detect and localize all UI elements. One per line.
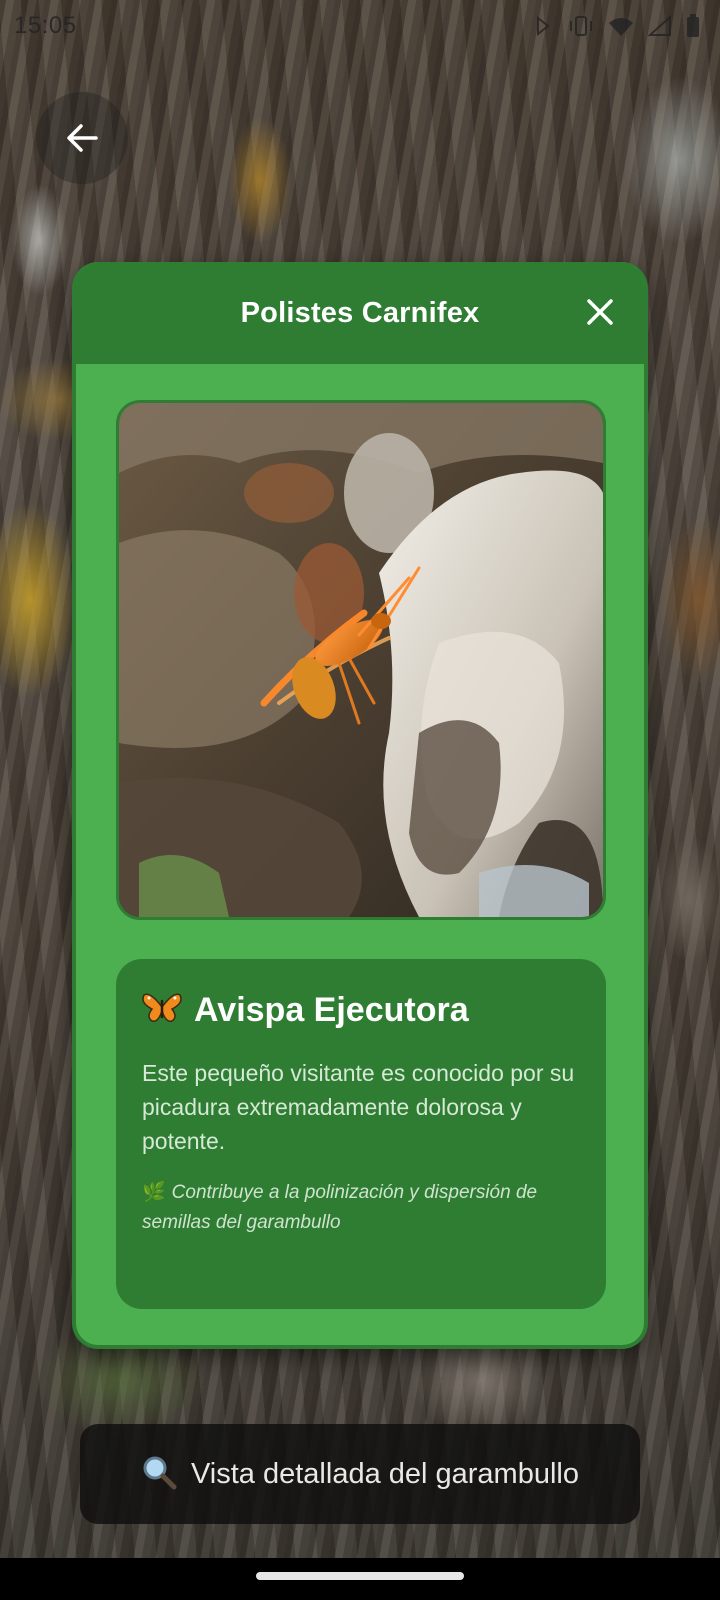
ecology-note: 🌿 Contribuye a la polinización y dispersi… — [142, 1178, 580, 1238]
close-icon — [587, 299, 613, 325]
species-dialog: Polistes Carnifex Avispa Ejecutora Este … — [72, 262, 648, 1349]
species-description: Este pequeño visitante es conocido por s… — [142, 1060, 575, 1154]
navigation-bar — [0, 1558, 720, 1600]
magnifier-icon — [141, 1454, 177, 1495]
dialog-title: Polistes Carnifex — [240, 296, 480, 329]
info-card: Avispa Ejecutora Este pequeño visitante … — [116, 959, 606, 1309]
vibrate-icon — [568, 15, 594, 37]
back-button[interactable] — [36, 92, 128, 184]
screen: 15:05 Polistes Carnifex Avispa Ejecutora… — [0, 0, 720, 1600]
dialog-header: Polistes Carnifex — [76, 262, 644, 364]
status-icons — [534, 14, 700, 38]
info-title-row: Avispa Ejecutora — [142, 991, 580, 1030]
status-bar: 15:05 — [0, 0, 720, 52]
arrow-left-icon — [67, 124, 98, 152]
close-button[interactable] — [578, 290, 622, 334]
status-time: 15:05 — [14, 12, 77, 39]
species-common-name: Avispa Ejecutora — [194, 991, 469, 1029]
detail-view-banner: Vista detallada del garambullo — [80, 1424, 640, 1524]
nfc-icon — [534, 15, 554, 37]
battery-icon — [686, 14, 700, 38]
ecology-note-text: Contribuye a la polinización y dispersió… — [142, 1182, 538, 1233]
detail-view-label: Vista detallada del garambullo — [190, 1457, 579, 1490]
signal-icon — [648, 15, 672, 37]
butterfly-icon — [142, 991, 182, 1030]
species-photo — [116, 400, 606, 920]
wifi-icon — [608, 15, 634, 37]
wasp-on-bark-image — [119, 403, 603, 917]
home-indicator[interactable] — [256, 1572, 464, 1580]
leaf-icon: 🌿 — [142, 1182, 166, 1203]
